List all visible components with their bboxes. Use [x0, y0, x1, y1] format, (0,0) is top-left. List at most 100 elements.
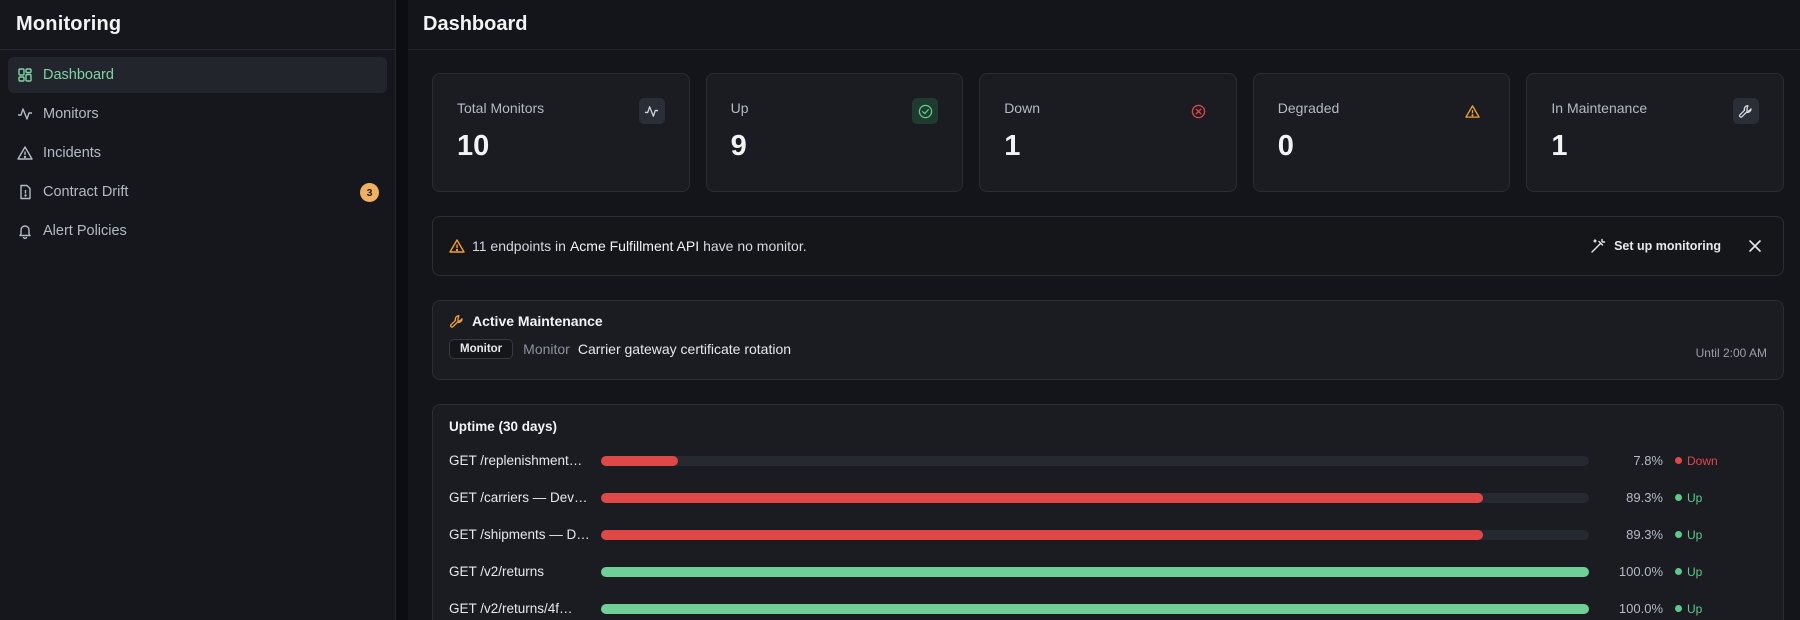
- maintenance-kind: Monitor: [523, 341, 570, 357]
- main-header: Dashboard: [408, 0, 1800, 50]
- stat-card-total-monitors: Total Monitors 10: [432, 73, 690, 192]
- stat-label: Total Monitors: [457, 100, 545, 116]
- uptime-bar-fill: [601, 566, 1589, 577]
- uptime-bar-fill: [601, 455, 679, 466]
- dashboard-icon: [17, 67, 33, 83]
- main-panel: Dashboard Total Monitors 10 Up 9 Down 1: [408, 0, 1800, 620]
- sidebar-item-monitors[interactable]: Monitors: [8, 96, 387, 132]
- sidebar-item-incidents[interactable]: Incidents: [8, 135, 387, 171]
- magic-wand-icon: [1591, 238, 1606, 253]
- sidebar-item-label: Contract Drift: [43, 184, 129, 200]
- uptime-bar-track: [601, 492, 1589, 503]
- uptime-status: Up: [1675, 491, 1702, 505]
- uptime-status-label: Up: [1687, 601, 1703, 616]
- uptime-percent: 7.8%: [1633, 453, 1663, 468]
- wrench-icon: [1732, 98, 1759, 124]
- alert-triangle-icon: [17, 145, 33, 161]
- uptime-title: Uptime (30 days): [449, 419, 558, 434]
- uptime-bar-fill: [601, 529, 1484, 540]
- sidebar-item-label: Incidents: [43, 145, 102, 161]
- maintenance-name: Carrier gateway certificate rotation: [577, 341, 792, 357]
- stat-label: Degraded: [1277, 100, 1340, 116]
- stat-value: 1: [1004, 130, 1021, 162]
- unmonitored-endpoints-banner: 11 endpoints in Acme Fulfillment API hav…: [432, 216, 1784, 276]
- stats-row: Total Monitors 10 Up 9 Down 1 Degraded 0…: [432, 73, 1784, 192]
- set-up-monitoring-label: Set up monitoring: [1614, 239, 1721, 253]
- sidebar-item-label: Dashboard: [43, 67, 114, 83]
- uptime-card: Uptime (30 days) GET /replenishment… 7.8%…: [432, 404, 1784, 620]
- uptime-status-label: Up: [1687, 527, 1703, 542]
- activity-icon: [638, 98, 665, 124]
- uptime-bar-track: [601, 566, 1589, 577]
- stat-label: Up: [730, 100, 749, 116]
- uptime-row[interactable]: GET /carriers — Dev… 89.3% Up: [449, 479, 1767, 516]
- status-dot: [1675, 494, 1682, 501]
- active-maintenance-header: Active Maintenance: [449, 313, 1767, 329]
- stat-label: Down: [1004, 100, 1040, 116]
- banner-suffix: have no monitor.: [703, 238, 807, 254]
- uptime-status-label: Up: [1687, 490, 1703, 505]
- sidebar-header: Monitoring: [0, 0, 395, 50]
- status-dot: [1675, 568, 1682, 575]
- uptime-monitor-name: GET /shipments — D…: [449, 527, 590, 542]
- status-dot: [1675, 605, 1682, 612]
- uptime-monitor-name: GET /replenishment…: [449, 453, 583, 468]
- sidebar-item-alert-policies[interactable]: Alert Policies: [8, 213, 387, 249]
- stat-value: 10: [457, 130, 490, 162]
- uptime-bar-fill: [601, 603, 1589, 614]
- x-circle-icon: [1186, 98, 1212, 124]
- status-dot: [1675, 531, 1682, 538]
- uptime-row[interactable]: GET /replenishment… 7.8% Down: [449, 442, 1767, 479]
- app-title: Monitoring: [16, 13, 122, 35]
- file-alert-icon: [17, 184, 33, 200]
- sidebar-item-label: Monitors: [43, 106, 99, 122]
- uptime-status: Up: [1675, 528, 1702, 542]
- banner-prefix: 11 endpoints in: [472, 238, 566, 254]
- dashboard-content: Total Monitors 10 Up 9 Down 1 Degraded 0…: [408, 50, 1800, 620]
- uptime-bar-track: [601, 603, 1589, 614]
- sidebar-item-label: Alert Policies: [43, 223, 127, 239]
- uptime-status-label: Up: [1687, 564, 1703, 579]
- status-dot: [1675, 457, 1682, 464]
- contract-drift-badge: 3: [360, 183, 379, 202]
- uptime-percent: 89.3%: [1626, 490, 1663, 505]
- uptime-status: Down: [1675, 454, 1718, 468]
- stat-value: 9: [730, 130, 747, 162]
- sidebar-item-contract-drift[interactable]: Contract Drift 3: [8, 174, 387, 210]
- uptime-bar-track: [601, 529, 1589, 540]
- stat-card-in-maintenance: In Maintenance 1: [1526, 73, 1784, 192]
- set-up-monitoring-button[interactable]: Set up monitoring: [1580, 232, 1731, 260]
- bell-icon: [17, 223, 33, 239]
- active-maintenance-card: Active Maintenance Monitor Monitor Carri…: [432, 300, 1784, 380]
- uptime-status-label: Down: [1687, 453, 1718, 468]
- banner-api-name: Acme Fulfillment API: [569, 238, 700, 254]
- uptime-monitor-name: GET /v2/returns: [449, 564, 545, 579]
- stat-card-up: Up 9: [705, 73, 964, 192]
- maintenance-scope-chip: Monitor: [449, 339, 514, 359]
- uptime-status: Up: [1675, 565, 1702, 579]
- uptime-percent: 89.3%: [1626, 527, 1663, 542]
- uptime-row[interactable]: GET /shipments — D… 89.3% Up: [449, 516, 1767, 553]
- stat-value: 1: [1551, 130, 1568, 162]
- alert-triangle-icon: [449, 238, 465, 254]
- activity-icon: [17, 106, 33, 122]
- uptime-bar-fill: [601, 492, 1484, 503]
- maintenance-item[interactable]: Monitor Monitor Carrier gateway certific…: [449, 339, 1767, 359]
- maintenance-until: Until 2:00 AM: [1695, 346, 1767, 360]
- alert-triangle-icon: [1459, 98, 1485, 124]
- check-circle-icon: [912, 98, 939, 124]
- active-maintenance-title: Active Maintenance: [472, 313, 603, 329]
- uptime-row[interactable]: GET /v2/returns 100.0% Up: [449, 553, 1767, 590]
- uptime-bar-track: [601, 455, 1589, 466]
- banner-close-button[interactable]: [1743, 234, 1767, 258]
- uptime-monitor-name: GET /carriers — Dev…: [449, 490, 588, 505]
- uptime-row[interactable]: GET /v2/returns/4f… 100.0% Up: [449, 590, 1767, 620]
- stat-label: In Maintenance: [1551, 100, 1648, 116]
- page-title: Dashboard: [423, 13, 528, 35]
- sidebar: Monitoring Dashboard Monitors Incidents …: [0, 0, 396, 620]
- sidebar-item-dashboard[interactable]: Dashboard: [8, 57, 387, 93]
- close-icon: [1749, 240, 1761, 252]
- uptime-list: GET /replenishment… 7.8% Down GET /carriers…: [449, 442, 1767, 620]
- uptime-percent: 100.0%: [1618, 564, 1663, 579]
- sidebar-nav: Dashboard Monitors Incidents Contract Dr…: [0, 50, 395, 253]
